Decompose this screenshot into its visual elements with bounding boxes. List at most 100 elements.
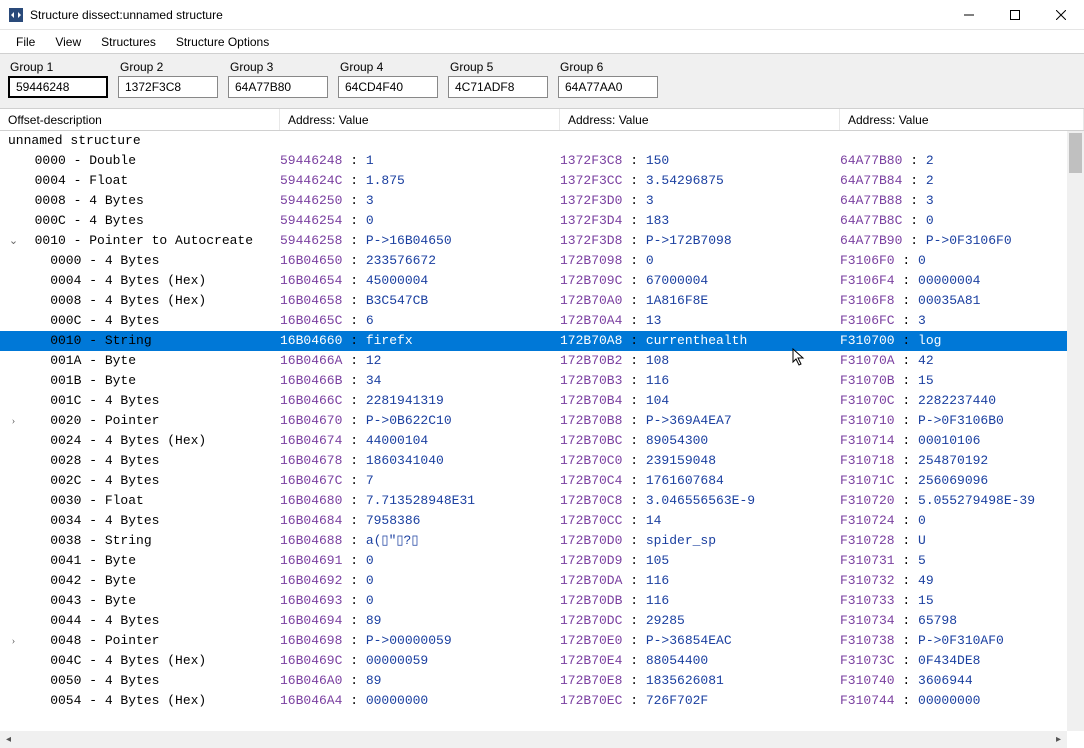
vertical-scrollbar[interactable] — [1067, 131, 1084, 731]
offset-label: 0010 - Pointer to Autocreate — [19, 233, 253, 248]
address-value: 172B70D9 — [560, 553, 622, 568]
expand-icon[interactable]: › — [8, 631, 19, 651]
address-value: 16B04650 — [280, 253, 342, 268]
cell-value: 0 — [366, 213, 374, 228]
offset-label: 0054 - 4 Bytes (Hex) — [19, 693, 206, 708]
address-value: 16B04678 — [280, 453, 342, 468]
group-address-input[interactable] — [118, 76, 218, 98]
structure-row[interactable]: 001B - Byte16B0466B : 34172B70B3 : 116F3… — [0, 371, 1084, 391]
minimize-button[interactable] — [946, 0, 992, 30]
structure-row[interactable]: 0041 - Byte16B04691 : 0172B70D9 : 105F31… — [0, 551, 1084, 571]
structure-row[interactable]: ⌄ 0010 - Pointer to Autocreate59446258 :… — [0, 231, 1084, 251]
structure-row[interactable]: 0054 - 4 Bytes (Hex)16B046A4 : 000000001… — [0, 691, 1084, 711]
structure-row[interactable]: 0034 - 4 Bytes16B04684 : 7958386172B70CC… — [0, 511, 1084, 531]
address-value: 16B04691 — [280, 553, 342, 568]
tree-spacer — [8, 431, 19, 451]
horizontal-scrollbar[interactable]: ◂ ▸ — [0, 731, 1067, 748]
offset-label: 0041 - Byte — [19, 553, 136, 568]
header-address-value-3[interactable]: Address: Value — [840, 109, 1084, 130]
offset-label: 0042 - Byte — [19, 573, 136, 588]
structure-row[interactable]: 0010 - String16B04660 : firefx172B70A8 :… — [0, 331, 1084, 351]
cell-value: 3 — [366, 193, 374, 208]
address-value: F31070B — [840, 373, 895, 388]
structure-tree[interactable]: unnamed structure 0000 - Double59446248 … — [0, 131, 1084, 748]
address-value: 59446250 — [280, 193, 342, 208]
header-offset[interactable]: Offset-description — [0, 109, 280, 130]
group-address-input[interactable] — [448, 76, 548, 98]
scroll-right-icon[interactable]: ▸ — [1050, 731, 1067, 748]
address-value: 172B709C — [560, 273, 622, 288]
address-value: F310724 — [840, 513, 895, 528]
offset-label: 001C - 4 Bytes — [19, 393, 159, 408]
header-address-value-1[interactable]: Address: Value — [280, 109, 560, 130]
structure-row[interactable]: 0000 - Double59446248 : 11372F3C8 : 1506… — [0, 151, 1084, 171]
header-address-value-2[interactable]: Address: Value — [560, 109, 840, 130]
tree-spacer — [8, 251, 19, 271]
expand-icon[interactable]: › — [8, 411, 19, 431]
structure-row[interactable]: 0038 - String16B04688 : a(▯"▯?▯172B70D0 … — [0, 531, 1084, 551]
tree-spacer — [8, 651, 19, 671]
structure-row[interactable]: 0043 - Byte16B04693 : 0172B70DB : 116F31… — [0, 591, 1084, 611]
offset-label: 002C - 4 Bytes — [19, 473, 159, 488]
cell-value: 15 — [918, 373, 934, 388]
tree-spacer — [8, 171, 19, 191]
structure-row[interactable]: 0004 - Float5944624C : 1.8751372F3CC : 3… — [0, 171, 1084, 191]
group-address-input[interactable] — [338, 76, 438, 98]
address-value: 172B70E0 — [560, 633, 622, 648]
menubar: File View Structures Structure Options — [0, 30, 1084, 54]
structure-row[interactable]: 004C - 4 Bytes (Hex)16B0469C : 000000591… — [0, 651, 1084, 671]
maximize-button[interactable] — [992, 0, 1038, 30]
address-value: 16B0466A — [280, 353, 342, 368]
cell-value: 3606944 — [918, 673, 973, 688]
address-value: 16B046A4 — [280, 693, 342, 708]
menu-structure-options[interactable]: Structure Options — [166, 32, 279, 52]
window-controls — [946, 0, 1084, 30]
group-address-input[interactable] — [228, 76, 328, 98]
structure-row[interactable]: 0008 - 4 Bytes (Hex)16B04658 : B3C547CB1… — [0, 291, 1084, 311]
group-label: Group 3 — [228, 58, 328, 76]
group-address-input[interactable] — [558, 76, 658, 98]
structure-row[interactable]: 0028 - 4 Bytes16B04678 : 1860341040172B7… — [0, 451, 1084, 471]
cell-value: 00000000 — [918, 693, 980, 708]
address-value: F31070C — [840, 393, 895, 408]
cell-value: B3C547CB — [366, 293, 428, 308]
group-address-input[interactable] — [8, 76, 108, 98]
structure-row[interactable]: 000C - 4 Bytes16B0465C : 6172B70A4 : 13F… — [0, 311, 1084, 331]
cell-value: 13 — [646, 313, 662, 328]
structure-row[interactable]: 0024 - 4 Bytes (Hex)16B04674 : 440001041… — [0, 431, 1084, 451]
cell-value: 0 — [918, 253, 926, 268]
structure-row[interactable]: 001C - 4 Bytes16B0466C : 2281941319172B7… — [0, 391, 1084, 411]
address-value: 172B70DA — [560, 573, 622, 588]
structure-row[interactable]: 0044 - 4 Bytes16B04694 : 89172B70DC : 29… — [0, 611, 1084, 631]
tree-spacer — [8, 591, 19, 611]
structure-row[interactable]: › 0048 - Pointer16B04698 : P->0000005917… — [0, 631, 1084, 651]
cell-value: 00000059 — [366, 653, 428, 668]
cell-value: 00010106 — [918, 433, 980, 448]
menu-file[interactable]: File — [6, 32, 45, 52]
tree-spacer — [8, 191, 19, 211]
structure-row[interactable]: 0030 - Float16B04680 : 7.713528948E31172… — [0, 491, 1084, 511]
scroll-left-icon[interactable]: ◂ — [0, 731, 17, 748]
structure-row[interactable]: 0042 - Byte16B04692 : 0172B70DA : 116F31… — [0, 571, 1084, 591]
structure-row[interactable]: 0000 - 4 Bytes16B04650 : 233576672172B70… — [0, 251, 1084, 271]
cell-value: 239159048 — [646, 453, 716, 468]
collapse-icon[interactable]: ⌄ — [8, 231, 19, 251]
offset-label: 0010 - String — [19, 333, 152, 348]
structure-row[interactable]: 0008 - 4 Bytes59446250 : 31372F3D0 : 364… — [0, 191, 1084, 211]
structure-row[interactable]: 0004 - 4 Bytes (Hex)16B04654 : 450000041… — [0, 271, 1084, 291]
structure-row[interactable]: 001A - Byte16B0466A : 12172B70B2 : 108F3… — [0, 351, 1084, 371]
root-row[interactable]: unnamed structure — [0, 131, 1084, 151]
scrollbar-thumb[interactable] — [1069, 133, 1082, 173]
structure-row[interactable]: 0050 - 4 Bytes16B046A0 : 89172B70E8 : 18… — [0, 671, 1084, 691]
menu-structures[interactable]: Structures — [91, 32, 166, 52]
close-button[interactable] — [1038, 0, 1084, 30]
menu-view[interactable]: View — [45, 32, 91, 52]
structure-row[interactable]: 000C - 4 Bytes59446254 : 01372F3D4 : 183… — [0, 211, 1084, 231]
address-value: 172B70BC — [560, 433, 622, 448]
cell-value: 2 — [926, 173, 934, 188]
cell-value: a(▯"▯?▯ — [366, 533, 419, 548]
address-value: 16B04670 — [280, 413, 342, 428]
structure-row[interactable]: › 0020 - Pointer16B04670 : P->0B622C1017… — [0, 411, 1084, 431]
structure-row[interactable]: 002C - 4 Bytes16B0467C : 7172B70C4 : 176… — [0, 471, 1084, 491]
address-value: 172B70B8 — [560, 413, 622, 428]
